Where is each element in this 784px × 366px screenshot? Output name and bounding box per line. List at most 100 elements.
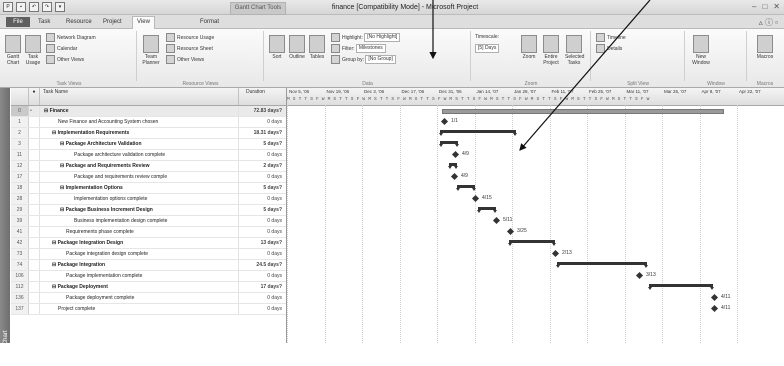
task-name-cell[interactable]: ⊟ Package Architecture Validation: [40, 139, 239, 149]
task-name-cell[interactable]: Business implementation design complete: [40, 216, 239, 226]
milestone-marker[interactable]: [551, 249, 560, 258]
duration-cell[interactable]: 5 days?: [240, 205, 284, 215]
row-id[interactable]: 17: [11, 172, 29, 182]
timescale-control[interactable]: [5] Days: [475, 44, 500, 53]
indicators-header[interactable]: ●: [29, 88, 40, 105]
row-id[interactable]: 18: [11, 183, 29, 193]
table-row[interactable]: 74 ⊟ Package Integration 24.5 days?: [11, 260, 286, 271]
milestone-marker[interactable]: [492, 216, 501, 225]
network-diagram-button[interactable]: Network Diagram: [46, 33, 96, 42]
row-id[interactable]: 0: [11, 106, 29, 116]
tab-project[interactable]: Project: [103, 17, 122, 27]
gantt-chart-button[interactable]: Gantt Chart: [4, 35, 22, 66]
filter-control[interactable]: Filter: Milestones: [331, 44, 386, 53]
milestone-marker[interactable]: [710, 293, 719, 302]
duration-cell[interactable]: 0 days: [240, 249, 284, 259]
duration-cell[interactable]: 24.5 days?: [240, 260, 284, 270]
save-icon[interactable]: ▪: [16, 2, 26, 12]
undo-icon[interactable]: ↶: [29, 2, 39, 12]
details-checkbox[interactable]: Details: [596, 44, 622, 53]
table-row[interactable]: 29 ⊟ Package Business Increment Design 5 d…: [11, 205, 286, 216]
table-row[interactable]: 106 Package implementation complete 0 days: [11, 271, 286, 282]
row-id[interactable]: 29: [11, 205, 29, 215]
milestone-marker[interactable]: [451, 150, 460, 159]
duration-cell[interactable]: 13 days?: [240, 238, 284, 248]
row-id[interactable]: 11: [11, 150, 29, 160]
task-name-cell[interactable]: Package deployment complete: [40, 293, 239, 303]
task-name-cell[interactable]: Package architecture validation complete: [40, 150, 239, 160]
summary-bar[interactable]: [477, 207, 497, 213]
new-window-button[interactable]: New Window: [692, 35, 710, 66]
tab-file[interactable]: File: [6, 17, 30, 27]
task-name-cell[interactable]: Package implementation complete: [40, 271, 239, 281]
task-name-cell[interactable]: ⊟ Package Deployment: [40, 282, 239, 292]
calendar-button[interactable]: Calendar: [46, 44, 77, 53]
row-id[interactable]: 112: [11, 282, 29, 292]
summary-bar[interactable]: [556, 262, 648, 268]
row-id[interactable]: 12: [11, 161, 29, 171]
zoom-button[interactable]: Zoom: [520, 35, 538, 60]
milestone-marker[interactable]: [440, 117, 449, 126]
duration-cell[interactable]: 0 days: [240, 194, 284, 204]
filter-combo[interactable]: Milestones: [355, 44, 386, 53]
duration-cell[interactable]: 0 days: [240, 172, 284, 182]
resource-usage-button[interactable]: Resource Usage: [166, 33, 214, 42]
table-row[interactable]: 28 Implementation options complete 0 days: [11, 194, 286, 205]
other-views-res-button[interactable]: Other Views: [166, 55, 204, 64]
duration-cell[interactable]: 2 days?: [240, 161, 284, 171]
help-icons[interactable]: ▵ ⓘ ▫: [759, 17, 778, 28]
group-by-combo[interactable]: [No Group]: [365, 55, 396, 64]
duration-cell[interactable]: 0 days: [240, 117, 284, 127]
milestone-marker[interactable]: [450, 172, 459, 181]
row-id[interactable]: 106: [11, 271, 29, 281]
duration-cell[interactable]: 72.83 days?: [240, 106, 284, 116]
table-row[interactable]: 112 ⊟ Package Deployment 17 days?: [11, 282, 286, 293]
team-planner-button[interactable]: Team Planner: [142, 35, 160, 66]
id-header[interactable]: [11, 88, 29, 105]
table-row[interactable]: 136 Package deployment complete 0 days: [11, 293, 286, 304]
duration-cell[interactable]: 0 days: [240, 227, 284, 237]
milestone-marker[interactable]: [635, 271, 644, 280]
selected-tasks-button[interactable]: Selected Tasks: [565, 35, 584, 66]
task-name-cell[interactable]: ⊟ Package Business Increment Design: [40, 205, 239, 215]
duration-cell[interactable]: 0 days: [240, 293, 284, 303]
task-name-cell[interactable]: ⊟ Package Integration: [40, 260, 239, 270]
task-usage-button[interactable]: Task Usage: [24, 35, 42, 66]
duration-cell[interactable]: 17 days?: [240, 282, 284, 292]
task-name-cell[interactable]: Requirements phase complete: [40, 227, 239, 237]
sort-button[interactable]: Sort: [268, 35, 286, 60]
group-by-control[interactable]: Group by: [No Group]: [331, 55, 396, 64]
task-name-cell[interactable]: ⊟ Implementation Requirements: [40, 128, 239, 138]
table-row[interactable]: 2 ⊟ Implementation Requirements 18.31 days…: [11, 128, 286, 139]
table-row[interactable]: 0 ◔ ⊟ Finance 72.83 days?: [11, 106, 286, 117]
task-name-cell[interactable]: Package integration design complete: [40, 249, 239, 259]
tab-resource[interactable]: Resource: [66, 17, 92, 27]
summary-bar[interactable]: [439, 130, 517, 136]
macros-button[interactable]: Macros: [756, 35, 774, 60]
close-icon[interactable]: ✕: [773, 2, 780, 12]
row-id[interactable]: 2: [11, 128, 29, 138]
task-name-cell[interactable]: Package and requirements review comple: [40, 172, 239, 182]
row-id[interactable]: 42: [11, 238, 29, 248]
project-summary-bar[interactable]: [442, 109, 724, 114]
duration-cell[interactable]: 0 days: [240, 216, 284, 226]
task-name-cell[interactable]: New Finance and Accounting System chosen: [40, 117, 239, 127]
duration-header[interactable]: Duration: [240, 88, 286, 105]
row-id[interactable]: 41: [11, 227, 29, 237]
maximize-icon[interactable]: □: [762, 2, 767, 12]
milestone-marker[interactable]: [710, 304, 719, 313]
table-row[interactable]: 17 Package and requirements review comple…: [11, 172, 286, 183]
outline-button[interactable]: Outline: [288, 35, 306, 60]
duration-cell[interactable]: 0 days: [240, 150, 284, 160]
task-name-cell[interactable]: ⊟ Implementation Options: [40, 183, 239, 193]
table-row[interactable]: 12 ⊟ Package and Requirements Review 2 day…: [11, 161, 286, 172]
duration-cell[interactable]: 0 days: [240, 271, 284, 281]
row-id[interactable]: 3: [11, 139, 29, 149]
resource-sheet-button[interactable]: Resource Sheet: [166, 44, 213, 53]
table-row[interactable]: 41 Requirements phase complete 0 days: [11, 227, 286, 238]
entire-project-button[interactable]: Entire Project: [542, 35, 560, 66]
tables-button[interactable]: Tables: [308, 35, 326, 60]
redo-icon[interactable]: ↷: [42, 2, 52, 12]
row-id[interactable]: 1: [11, 117, 29, 127]
table-row[interactable]: 18 ⊟ Implementation Options 5 days?: [11, 183, 286, 194]
